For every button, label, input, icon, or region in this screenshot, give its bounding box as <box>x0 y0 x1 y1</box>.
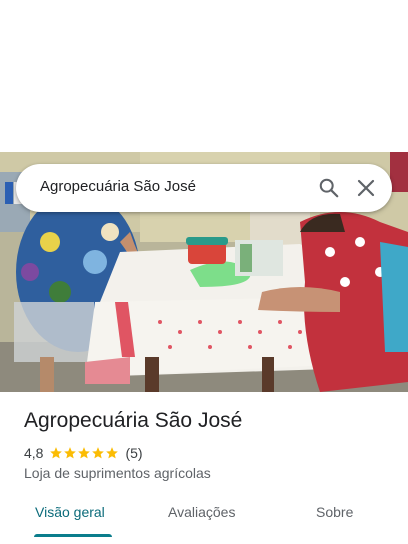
search-query-text[interactable]: Agropecuária São José <box>40 178 196 195</box>
place-name: Agropecuária São José <box>24 409 243 432</box>
place-category: Loja de suprimentos agrícolas <box>24 465 211 481</box>
tab-reviews[interactable]: Avaliações <box>168 504 235 520</box>
close-icon[interactable] <box>356 178 376 198</box>
rating-value: 4,8 <box>24 445 44 461</box>
active-tab-indicator <box>34 534 112 537</box>
tab-overview[interactable]: Visão geral <box>35 504 105 520</box>
star-icon <box>50 447 63 459</box>
star-icon <box>64 447 77 459</box>
star-icon <box>106 447 119 459</box>
star-icon <box>92 447 105 459</box>
search-icon[interactable] <box>318 177 340 199</box>
rating-row[interactable]: 4,8 (5) <box>24 444 143 462</box>
rating-stars <box>49 446 119 460</box>
place-tabs: Visão geral Avaliações Sobre <box>0 494 408 544</box>
review-count[interactable]: (5) <box>125 445 142 461</box>
search-bar[interactable]: Agropecuária São José <box>16 164 392 212</box>
map-blank-area <box>0 0 408 152</box>
tab-about[interactable]: Sobre <box>316 504 353 520</box>
star-icon <box>78 447 91 459</box>
